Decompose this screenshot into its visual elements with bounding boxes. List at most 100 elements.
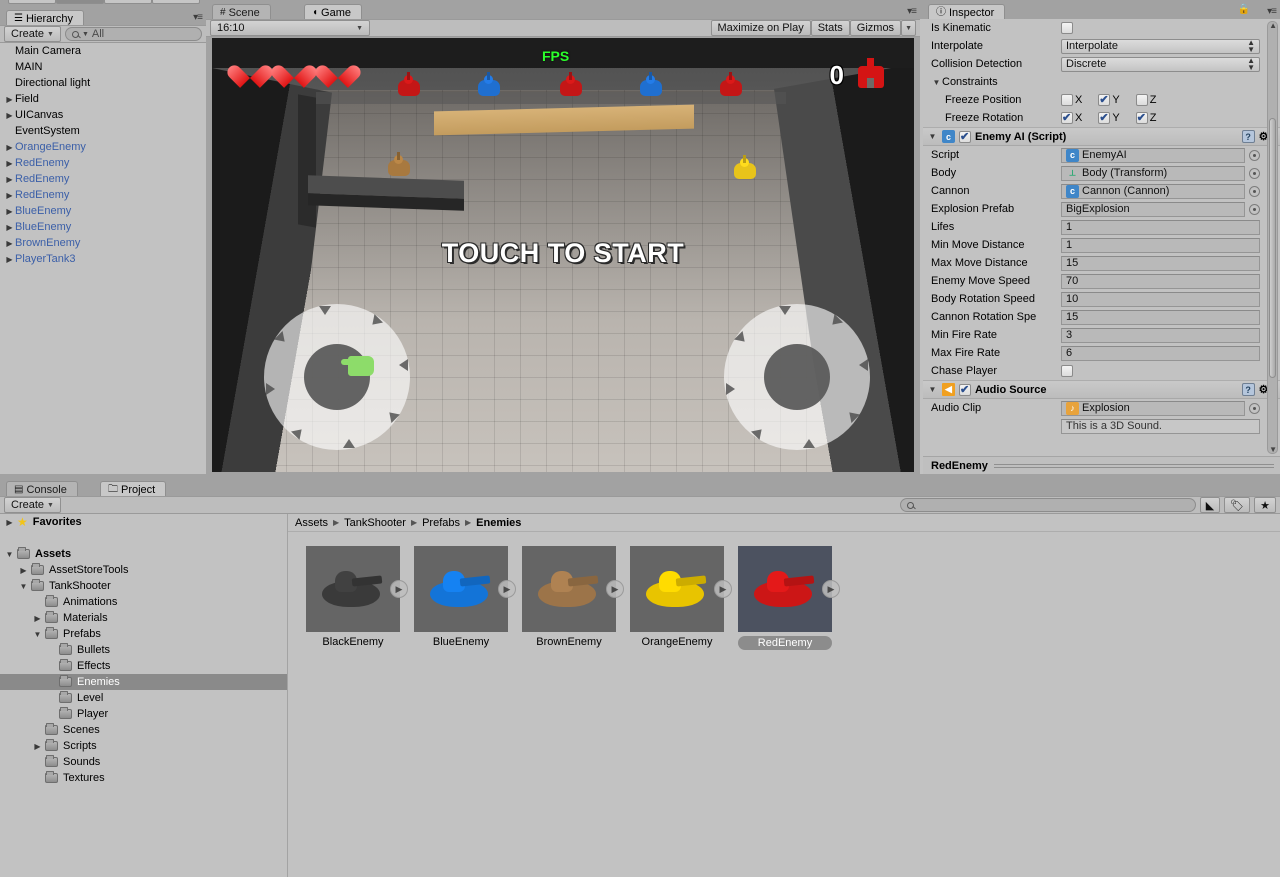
project-tree-item[interactable]: Player <box>0 706 287 722</box>
hierarchy-item[interactable]: ▶ OrangeEnemy <box>0 139 206 155</box>
audio-source-enabled-checkbox[interactable] <box>959 383 971 396</box>
gizmos-dropdown[interactable]: ▼ <box>901 20 916 36</box>
chevron-down-icon[interactable]: ▼ <box>32 630 43 639</box>
chevron-right-icon[interactable]: ▶ <box>4 255 15 264</box>
scroll-down-icon[interactable]: ▼ <box>1269 445 1277 454</box>
asset-item[interactable]: ▶ BlackEnemy <box>306 546 408 650</box>
project-tree-item[interactable]: ▶ Scripts <box>0 738 287 754</box>
hierarchy-item[interactable]: ▶ UICanvas <box>0 107 206 123</box>
chevron-right-icon[interactable]: ▶ <box>4 223 15 232</box>
prefab-expand-icon[interactable]: ▶ <box>498 580 516 598</box>
number-field[interactable]: 15 <box>1061 309 1260 325</box>
inspector-scroll-thumb[interactable] <box>1269 118 1276 378</box>
object-field[interactable]: c EnemyAI <box>1061 147 1245 163</box>
freeze-position-y-checkbox[interactable] <box>1098 93 1111 106</box>
number-field[interactable]: 70 <box>1061 273 1260 289</box>
filter-by-label-icon[interactable]: 🏷 <box>1224 497 1251 513</box>
project-folder-tree[interactable]: ▶ ★ Favorites ▼ Assets ▶ AssetStoreTools ▼ TankS… <box>0 514 287 877</box>
audio-clip-field[interactable]: ♪ Explosion <box>1061 400 1245 416</box>
game-render-surface[interactable]: FPS 0 TOUCH TO START <box>212 38 914 472</box>
project-tree-item[interactable]: Scenes <box>0 722 287 738</box>
prefab-expand-icon[interactable]: ▶ <box>390 580 408 598</box>
chevron-down-icon[interactable]: ▼ <box>18 582 29 591</box>
constraints-foldout[interactable]: ▼ Constraints <box>923 73 1280 91</box>
asset-item[interactable]: ▶ RedEnemy <box>738 546 840 650</box>
hierarchy-item[interactable]: ▶ PlayerTank3 <box>0 251 206 267</box>
tab-hierarchy[interactable]: ☰ Hierarchy <box>6 10 85 26</box>
axis-toggle[interactable]: Y <box>1098 111 1120 124</box>
freeze-rotation-y-checkbox[interactable] <box>1098 111 1111 124</box>
tab-console[interactable]: ▤ Console <box>6 481 78 497</box>
object-field[interactable]: c Cannon (Cannon) <box>1061 183 1245 199</box>
chevron-down-icon[interactable]: ▼ <box>927 385 938 394</box>
project-create-button[interactable]: Create ▼ <box>4 497 61 513</box>
tab-game[interactable]: ◖ Game <box>304 4 363 20</box>
hierarchy-item[interactable]: ▶ RedEnemy <box>0 171 206 187</box>
axis-toggle[interactable]: X <box>1061 94 1082 106</box>
prefab-expand-icon[interactable]: ▶ <box>714 580 732 598</box>
tab-inspector[interactable]: ⓘ Inspector <box>928 4 1006 20</box>
lock-icon[interactable]: 🔒 <box>1238 4 1250 15</box>
aim-joystick[interactable] <box>724 304 870 450</box>
project-tree-item[interactable]: Sounds <box>0 754 287 770</box>
move-joystick-knob[interactable] <box>304 344 370 410</box>
is-kinematic-checkbox[interactable] <box>1061 22 1073 34</box>
project-tree-item[interactable]: ▶ AssetStoreTools <box>0 562 287 578</box>
asset-thumbnail[interactable]: ▶ <box>306 546 408 632</box>
prefab-expand-icon[interactable]: ▶ <box>606 580 624 598</box>
number-field[interactable]: 10 <box>1061 291 1260 307</box>
axis-toggle[interactable]: X <box>1061 111 1082 124</box>
project-tree-item[interactable]: ▶ Materials <box>0 610 287 626</box>
hierarchy-item[interactable]: Directional light <box>0 75 206 91</box>
asset-thumbnail[interactable]: ▶ <box>522 546 624 632</box>
create-button[interactable]: Create ▼ <box>4 26 61 42</box>
axis-toggle[interactable]: Z <box>1135 111 1156 124</box>
asset-item[interactable]: ▶ BrownEnemy <box>522 546 624 650</box>
popup-field[interactable]: Discrete ▲ ▼ <box>1061 56 1260 72</box>
filter-by-type-icon[interactable]: ◣ <box>1199 497 1221 513</box>
asset-thumbnail[interactable]: ▶ <box>414 546 516 632</box>
chevron-right-icon[interactable]: ▶ <box>4 207 15 216</box>
hierarchy-item[interactable]: ▶ RedEnemy <box>0 187 206 203</box>
object-picker-icon[interactable] <box>1249 149 1260 161</box>
chevron-right-icon[interactable]: ▶ <box>32 742 43 751</box>
chevron-right-icon[interactable]: ▶ <box>4 143 15 152</box>
chevron-right-icon[interactable]: ▶ <box>4 239 15 248</box>
number-field[interactable]: 1 <box>1061 219 1260 235</box>
project-tree-item[interactable]: ▼ TankShooter <box>0 578 287 594</box>
asset-item[interactable]: ▶ OrangeEnemy <box>630 546 732 650</box>
freeze-position-x-checkbox[interactable] <box>1061 94 1073 106</box>
axis-toggle[interactable]: Y <box>1098 93 1120 106</box>
audio-clip-picker-icon[interactable] <box>1249 402 1260 414</box>
hierarchy-item[interactable]: ▶ RedEnemy <box>0 155 206 171</box>
filter-favorites-star-icon[interactable]: ★ <box>1254 497 1276 513</box>
gameview-pane-menu-icon[interactable]: ▾≡ <box>907 6 917 17</box>
hierarchy-item[interactable]: MAIN <box>0 59 206 75</box>
chevron-right-icon[interactable]: ▶ <box>4 518 15 527</box>
hierarchy-pane-menu-icon[interactable]: ▾≡ <box>193 12 203 23</box>
project-tree-item[interactable]: ▼ Prefabs <box>0 626 287 642</box>
tab-scene[interactable]: # Scene <box>212 4 271 20</box>
object-picker-icon[interactable] <box>1249 203 1260 215</box>
asset-grid[interactable]: ▶ BlackEnemy ▶ BlueEnemy ▶ BrownEnemy ▶ OrangeE… <box>288 532 1280 650</box>
project-tree-item[interactable]: Animations <box>0 594 287 610</box>
inspector-scrollbar[interactable] <box>1267 21 1278 454</box>
freeze-rotation-x-checkbox[interactable] <box>1061 111 1073 124</box>
chase-player-checkbox[interactable] <box>1061 365 1073 377</box>
chevron-right-icon[interactable]: ▶ <box>18 566 29 575</box>
scroll-up-icon[interactable]: ▲ <box>1269 21 1277 30</box>
number-field[interactable]: 1 <box>1061 237 1260 253</box>
aim-joystick-knob[interactable] <box>764 344 830 410</box>
popup-field[interactable]: Interpolate ▲ ▼ <box>1061 38 1260 54</box>
number-field[interactable]: 6 <box>1061 345 1260 361</box>
chevron-right-icon[interactable]: ▶ <box>4 175 15 184</box>
chevron-right-icon[interactable]: ▶ <box>4 111 15 120</box>
freeze-position-z-checkbox[interactable] <box>1135 94 1148 106</box>
project-tree-item[interactable] <box>0 530 287 546</box>
audio-source-component-header[interactable]: ▼ ◀ Audio Source ? ⚙▾ <box>923 380 1280 399</box>
hierarchy-search-input[interactable]: ▼ All <box>64 27 202 41</box>
inspector-pane-menu-icon[interactable]: ▾≡ <box>1267 6 1277 17</box>
stats-button[interactable]: Stats <box>810 20 850 36</box>
object-field[interactable]: ⟂ Body (Transform) <box>1061 165 1245 181</box>
number-field[interactable]: 3 <box>1061 327 1260 343</box>
